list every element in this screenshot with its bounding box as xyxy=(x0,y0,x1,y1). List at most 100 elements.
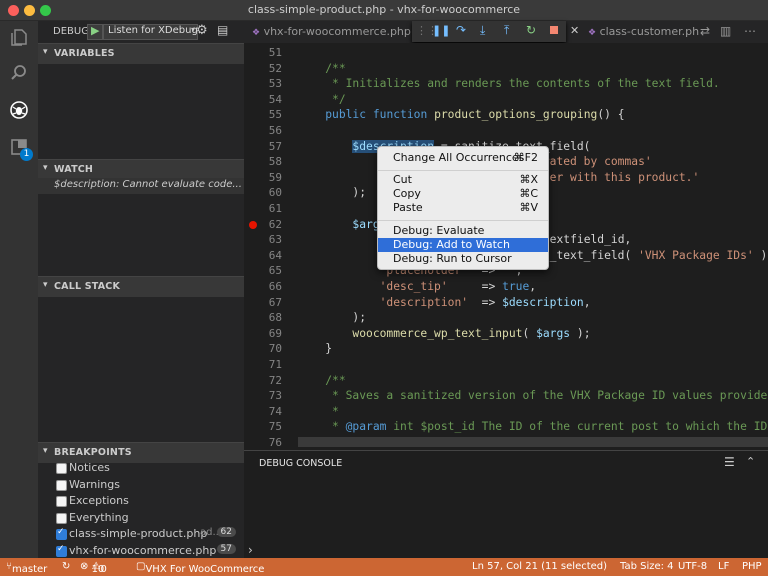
sync-icon[interactable]: ↻ xyxy=(62,561,70,572)
line-number: 53 xyxy=(268,77,282,91)
line-number: 65 xyxy=(268,264,282,278)
open-changes-icon[interactable]: ⇄ xyxy=(700,24,710,38)
start-debug-button[interactable]: ▶ xyxy=(87,24,103,40)
tab-vhx-for-woocommerce[interactable]: ❖ vhx-for-woocommerce.php xyxy=(252,21,412,43)
menu-item-copy[interactable]: Copy ⌘C xyxy=(378,187,548,201)
call-stack-section-header[interactable]: ▾ CALL STACK xyxy=(38,276,244,297)
breakpoint-item[interactable]: class-simple-product.phpad...62 xyxy=(38,526,244,542)
menu-separator xyxy=(378,220,548,221)
breakpoint-checkbox[interactable] xyxy=(56,527,67,540)
breakpoint-item[interactable]: Warnings xyxy=(38,477,244,493)
play-icon: ▶ xyxy=(91,24,100,37)
code-line: } xyxy=(298,342,333,356)
menu-item-debug-add-to-watch[interactable]: Debug: Add to Watch xyxy=(378,238,548,252)
branch-item[interactable]: ⑂ master xyxy=(6,561,47,575)
code-line: public function product_options_grouping… xyxy=(325,108,625,122)
stop-icon[interactable] xyxy=(550,26,558,34)
step-out-icon[interactable]: ⤒ xyxy=(504,23,509,38)
line-number: 55 xyxy=(268,108,282,122)
panel-title: DEBUG CONSOLE xyxy=(259,458,343,469)
language-mode[interactable]: PHP xyxy=(742,561,762,572)
search-icon[interactable] xyxy=(9,63,29,83)
breakpoint-checkbox[interactable] xyxy=(56,544,67,557)
pause-icon[interactable]: ❚❚ xyxy=(432,24,450,37)
code-line: * xyxy=(332,404,339,418)
breakpoint-item[interactable]: Notices xyxy=(38,460,244,476)
line-number: 61 xyxy=(268,202,282,215)
window-title: class-simple-product.php - vhx-for-wooco… xyxy=(247,3,521,16)
cursor-position[interactable]: Ln 57, Col 21 (11 selected) xyxy=(472,561,607,572)
section-title: BREAKPOINTS xyxy=(54,447,132,458)
code-line: ); xyxy=(298,311,367,325)
line-number: 74 xyxy=(268,404,282,418)
code-line: woocommerce_wp_text_input( $args ); xyxy=(352,326,591,340)
line-number: 76 xyxy=(268,436,282,449)
watch-section-header[interactable]: ▾ WATCH xyxy=(38,159,244,180)
line-number: 54 xyxy=(268,92,282,106)
line-number: 66 xyxy=(268,280,282,293)
launch-config-select[interactable]: Listen for XDebug ▾ xyxy=(103,24,198,40)
breakpoint-item[interactable]: Everything xyxy=(38,510,244,526)
debug-console-toggle-icon[interactable]: ▤ xyxy=(217,23,228,37)
breakpoint-label: Exceptions xyxy=(69,494,129,507)
menu-item-cut[interactable]: Cut ⌘X xyxy=(378,173,548,187)
clear-console-icon[interactable]: ☰ xyxy=(724,455,735,469)
line-number: 67 xyxy=(268,295,282,309)
menu-separator xyxy=(378,170,548,171)
console-prompt: › xyxy=(248,543,253,557)
code-line: * @param int $post_id The ID of the curr… xyxy=(332,420,768,434)
breakpoint-label: Notices xyxy=(69,461,110,474)
line-number: 62 xyxy=(268,217,282,231)
breakpoint-checkbox[interactable] xyxy=(56,496,67,507)
split-editor-icon[interactable]: ▥ xyxy=(720,24,731,38)
restart-icon[interactable]: ↻ xyxy=(526,23,536,37)
menu-item-debug-evaluate[interactable]: Debug: Evaluate xyxy=(378,224,548,238)
breakpoint-line-badge: 62 xyxy=(216,527,236,537)
breakpoint-label: class-simple-product.php xyxy=(69,527,208,540)
breakpoint-item[interactable]: vhx-for-woocommerce.php57 xyxy=(38,543,244,559)
line-number: 60 xyxy=(268,186,282,200)
gear-icon[interactable]: ⚙ xyxy=(196,23,208,38)
menu-item-change-all-occurrences[interactable]: Change All Occurrences ⌘F2 xyxy=(378,151,548,165)
step-into-icon[interactable]: ⤓ xyxy=(480,23,485,38)
line-number: 71 xyxy=(268,358,282,371)
breakpoint-checkbox[interactable] xyxy=(56,479,67,491)
menu-item-paste[interactable]: Paste ⌘V xyxy=(378,201,548,215)
debug-icon[interactable] xyxy=(9,100,29,120)
warning-count: 0 xyxy=(100,564,107,575)
more-actions-icon[interactable]: ⋯ xyxy=(744,24,756,38)
chevron-up-icon[interactable]: ⌃ xyxy=(746,455,755,468)
menu-item-debug-run-to-cursor[interactable]: Debug: Run to Cursor xyxy=(378,252,548,266)
breakpoint-label: Everything xyxy=(69,510,129,524)
watch-item[interactable]: $description: Cannot evaluate code... xyxy=(38,178,244,194)
debug-console-panel: DEBUG CONSOLE ☰ ⌃ › xyxy=(244,450,768,559)
section-title: CALL STACK xyxy=(54,281,121,292)
breakpoint-label: vhx-for-woocommerce.php xyxy=(69,543,217,557)
close-tab-icon[interactable]: ✕ xyxy=(570,24,579,37)
horizontal-scrollbar[interactable] xyxy=(298,437,768,447)
context-menu: Change All Occurrences ⌘F2 Cut ⌘X Copy ⌘C P… xyxy=(377,146,549,270)
line-ending[interactable]: LF xyxy=(718,561,729,572)
code-line: /** xyxy=(325,61,346,75)
encoding[interactable]: UTF-8 xyxy=(678,561,707,572)
tab-label: vhx-for-woocommerce.php xyxy=(263,25,411,38)
line-number: 73 xyxy=(268,389,282,403)
breakpoint-checkbox[interactable] xyxy=(56,463,67,474)
line-number: 75 xyxy=(268,420,282,434)
tab-class-customer[interactable]: ❖ class-customer.ph xyxy=(588,21,700,43)
code-line: 'desc_tip' => true, xyxy=(379,280,537,293)
breakpoint-checkbox[interactable] xyxy=(56,512,67,524)
line-number: 51 xyxy=(268,46,282,59)
console-input[interactable] xyxy=(260,543,760,557)
tab-size[interactable]: Tab Size: 4 xyxy=(620,561,674,572)
explorer-icon[interactable] xyxy=(9,27,29,47)
breakpoint-item[interactable]: Exceptions xyxy=(38,493,244,509)
chevron-down-icon: ▾ xyxy=(190,25,195,34)
line-number: 59 xyxy=(268,170,282,184)
step-over-icon[interactable]: ↷ xyxy=(456,23,466,37)
code-line: * Saves a sanitized version of the VHX P… xyxy=(332,389,768,403)
code-line: */ xyxy=(332,92,346,106)
project-item[interactable]: ▢ VHX For WooCommerce xyxy=(136,561,264,575)
problems-item[interactable]: ⊗ 10 ⚠ 0 xyxy=(80,561,107,575)
variables-section-header[interactable]: ▾ VARIABLES xyxy=(38,43,244,64)
